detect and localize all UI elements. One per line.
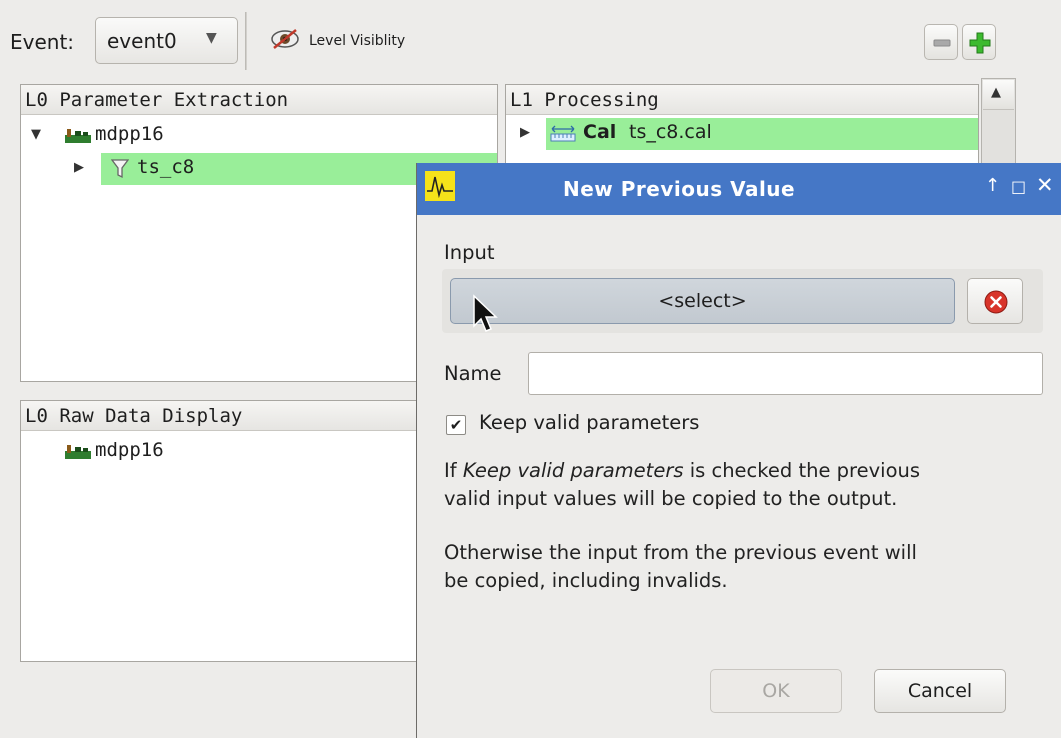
- level-visibility-label: Level Visiblity: [309, 33, 406, 49]
- description-paragraph-2: Otherwise the input from the previous ev…: [444, 539, 1044, 595]
- event-select[interactable]: event0 ▼: [95, 17, 238, 64]
- desc1-prefix: If: [444, 459, 463, 482]
- waveform-icon: [425, 171, 455, 201]
- chevron-down-icon: ▼: [206, 30, 217, 46]
- tree-item-cal-ts-c8[interactable]: Cal ts_c8.cal: [546, 118, 978, 150]
- eye-icon: [271, 29, 299, 49]
- module-icon: [65, 129, 91, 143]
- desc2-line2: be copied, including invalids.: [444, 569, 728, 592]
- dialog-title: New Previous Value: [563, 177, 796, 201]
- tree-expand-icon[interactable]: ▼: [31, 127, 41, 142]
- calibration-icon: [550, 125, 576, 142]
- maximize-icon[interactable]: □: [1011, 177, 1026, 196]
- mouse-pointer-icon: [473, 294, 498, 332]
- close-icon[interactable]: ✕: [1036, 173, 1054, 197]
- remove-button[interactable]: [924, 24, 958, 60]
- desc1-rest: is checked the previous: [683, 459, 921, 482]
- toolbar-separator: [245, 12, 247, 70]
- tree-item-tag: Cal: [583, 121, 617, 143]
- tree-item-label: ts_c8: [137, 156, 195, 178]
- input-label: Input: [444, 241, 495, 264]
- tree-item-label: mdpp16: [95, 123, 164, 145]
- tree-expand-icon[interactable]: ▶: [74, 160, 84, 175]
- ok-button[interactable]: OK: [710, 669, 842, 713]
- tree-item-label: ts_c8.cal: [629, 121, 712, 143]
- name-label: Name: [444, 362, 502, 385]
- add-button[interactable]: [962, 24, 996, 60]
- input-select-button[interactable]: <select>: [450, 278, 955, 324]
- tree-item-label: mdpp16: [95, 439, 164, 461]
- new-previous-value-dialog: New Previous Value ↑ □ ✕ Input <select> …: [416, 163, 1061, 738]
- tree-item-mdpp16[interactable]: ▼ mdpp16: [21, 121, 497, 151]
- cancel-button[interactable]: Cancel: [874, 669, 1006, 713]
- keep-valid-label: Keep valid parameters: [479, 411, 700, 434]
- toolbar: Event: event0 ▼ Level Visiblity: [0, 0, 1061, 76]
- keep-above-icon[interactable]: ↑: [985, 175, 1000, 196]
- l0-parameter-extraction-header: L0 Parameter Extraction: [21, 85, 497, 115]
- level-visibility-button[interactable]: Level Visiblity: [262, 18, 462, 58]
- scroll-up-button[interactable]: ▲: [983, 80, 1014, 110]
- filter-icon: [111, 159, 129, 179]
- event-label: Event:: [10, 30, 75, 54]
- description-paragraph-1: If Keep valid parameters is checked the …: [444, 457, 1044, 513]
- l1-processing-panel: L1 Processing ▶ Cal ts_c8.cal: [505, 84, 979, 174]
- chevron-up-icon: ▲: [991, 85, 1001, 100]
- tree-expand-icon[interactable]: ▶: [520, 125, 530, 140]
- minus-icon: [933, 39, 951, 47]
- l1-processing-header: L1 Processing: [506, 85, 978, 115]
- desc1-line2: valid input values will be copied to the…: [444, 487, 898, 510]
- desc2-line1: Otherwise the input from the previous ev…: [444, 541, 917, 564]
- plus-icon: [969, 32, 991, 54]
- event-select-value: event0: [107, 29, 177, 53]
- clear-icon: [984, 290, 1008, 314]
- dialog-titlebar[interactable]: New Previous Value ↑ □ ✕: [417, 163, 1061, 215]
- desc1-emphasis: Keep valid parameters: [462, 459, 684, 482]
- clear-input-button[interactable]: [967, 278, 1023, 324]
- keep-valid-checkbox[interactable]: ✔: [446, 415, 466, 435]
- name-input[interactable]: [528, 352, 1043, 395]
- module-icon: [65, 445, 91, 459]
